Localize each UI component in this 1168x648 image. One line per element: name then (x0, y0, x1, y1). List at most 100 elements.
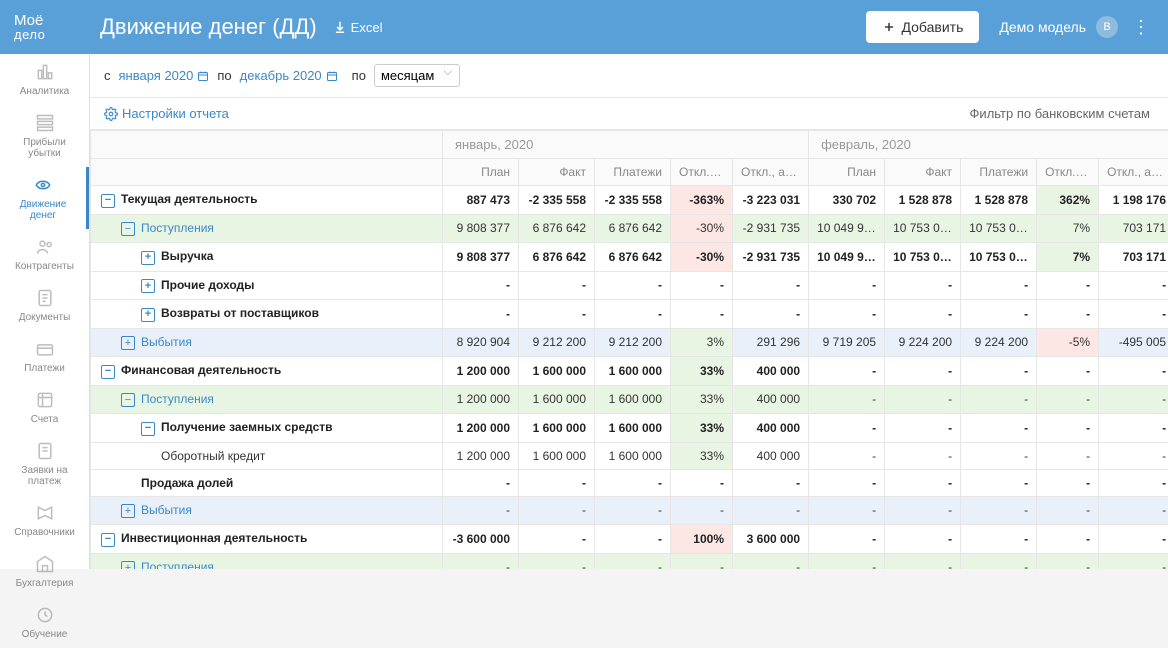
expand-toggle-icon[interactable]: − (101, 533, 115, 547)
sidebar-item-0[interactable]: Аналитика (0, 54, 89, 105)
sidebar-item-label: Прибылиубытки (23, 137, 66, 159)
cashflow-table-wrap[interactable]: январь, 2020февраль, 2020ПланФактПлатежи… (90, 130, 1168, 569)
report-settings-link[interactable]: Настройки отчета (104, 106, 229, 121)
brand-line1: Моё (14, 13, 94, 28)
expand-toggle-icon[interactable]: − (101, 194, 115, 208)
brand-line2: дело (14, 28, 94, 41)
cell-value: 887 473 (443, 186, 519, 215)
date-filter-bar: с января 2020 по декабрь 2020 по месяцам (90, 54, 1168, 98)
sidebar-item-7[interactable]: Заявки наплатеж (0, 433, 89, 495)
row-label-text[interactable]: Выбытия (141, 335, 192, 349)
cell-value: 1 528 878 (885, 186, 961, 215)
table-row: Продажа долей---------- (91, 469, 1168, 496)
sidebar-item-10[interactable]: Обучение (0, 597, 89, 648)
cell-value: - (1037, 357, 1099, 386)
page-title: Движение денег (ДД) (100, 14, 317, 40)
sidebar-icon (35, 605, 55, 625)
expand-toggle-icon[interactable]: + (141, 251, 155, 265)
cell-value: - (885, 496, 961, 525)
cell-value: 330 702 (809, 186, 885, 215)
cell-value: 33% (671, 442, 733, 469)
cell-value: -2 335 558 (595, 186, 671, 215)
expand-toggle-icon[interactable]: − (121, 222, 135, 236)
table-row: −Получение заемных средств1 200 0001 600… (91, 414, 1168, 443)
kebab-menu-icon[interactable]: ⋮ (1128, 17, 1154, 38)
sidebar-item-8[interactable]: Справочники (0, 495, 89, 546)
expand-toggle-icon[interactable]: + (121, 336, 135, 350)
cell-value: - (671, 300, 733, 329)
sidebar-item-2[interactable]: Движениеденег (0, 167, 89, 229)
bank-filter-label[interactable]: Фильтр по банковским счетам (970, 106, 1154, 121)
sidebar-item-4[interactable]: Документы (0, 280, 89, 331)
brand-logo[interactable]: Моё дело (14, 13, 94, 41)
expand-toggle-icon[interactable]: + (141, 308, 155, 322)
cashflow-table: январь, 2020февраль, 2020ПланФактПлатежи… (90, 130, 1168, 569)
cell-value: 1 200 000 (443, 357, 519, 386)
sidebar-item-9[interactable]: Бухгалтерия (0, 546, 89, 597)
cell-value: - (443, 553, 519, 569)
cell-value: - (733, 553, 809, 569)
column-header: План (809, 159, 885, 186)
period-select[interactable]: месяцам (374, 64, 460, 87)
sidebar-item-3[interactable]: Контрагенты (0, 229, 89, 280)
expand-toggle-icon[interactable]: − (101, 365, 115, 379)
row-label-text[interactable]: Поступления (141, 560, 214, 570)
export-excel-label: Excel (351, 20, 383, 35)
cell-value: 362% (1037, 186, 1099, 215)
column-header: План (443, 159, 519, 186)
column-header: Платежи (595, 159, 671, 186)
expand-toggle-icon[interactable]: − (141, 422, 155, 436)
sidebar-icon (35, 237, 55, 257)
cell-value: - (809, 357, 885, 386)
cell-value: - (885, 385, 961, 414)
cell-value: 9 212 200 (519, 328, 595, 357)
expand-toggle-icon[interactable]: + (141, 279, 155, 293)
row-label: +Выручка (91, 243, 443, 272)
sidebar-item-label: Заявки наплатеж (21, 465, 67, 487)
cell-value: - (961, 553, 1037, 569)
cell-value: - (961, 357, 1037, 386)
cell-value: -2 335 558 (519, 186, 595, 215)
date-from-picker[interactable]: января 2020 (119, 68, 210, 83)
cell-value: 1 600 000 (519, 385, 595, 414)
sidebar-item-6[interactable]: Счета (0, 382, 89, 433)
expand-toggle-icon[interactable]: − (121, 393, 135, 407)
expand-toggle-icon[interactable]: + (121, 561, 135, 569)
gear-icon (104, 107, 118, 121)
row-label-text[interactable]: Поступления (141, 392, 214, 406)
add-button[interactable]: Добавить (866, 11, 980, 43)
sidebar-item-label: Платежи (24, 363, 65, 374)
export-excel-button[interactable]: Excel (333, 20, 383, 35)
row-label: + Выбытия (91, 328, 443, 357)
table-row: +Возвраты от поставщиков---------- (91, 300, 1168, 329)
cell-value: - (443, 496, 519, 525)
cell-value: - (961, 442, 1037, 469)
row-label-text[interactable]: Поступления (141, 221, 214, 235)
table-row: Оборотный кредит1 200 0001 600 0001 600 … (91, 442, 1168, 469)
cell-value: - (1037, 496, 1099, 525)
cell-value: - (1099, 385, 1168, 414)
table-row: +Прочие доходы---------- (91, 271, 1168, 300)
report-settings-bar: Настройки отчета Фильтр по банковским сч… (90, 98, 1168, 130)
column-header: Откл., абс. (733, 159, 809, 186)
cell-value: 1 600 000 (595, 385, 671, 414)
cell-value: - (443, 271, 519, 300)
cell-value: 100% (671, 525, 733, 554)
cell-value: - (961, 414, 1037, 443)
cell-value: -363% (671, 186, 733, 215)
cell-value: - (519, 525, 595, 554)
row-label: +Прочие доходы (91, 271, 443, 300)
row-label-text: Инвестиционная деятельность (121, 531, 307, 545)
table-row: +Выбытия8 920 9049 212 2009 212 2003%291… (91, 328, 1168, 357)
date-to-picker[interactable]: декабрь 2020 (240, 68, 338, 83)
calendar-icon (197, 70, 209, 82)
sidebar-item-label: Обучение (22, 629, 68, 640)
row-label-text[interactable]: Выбытия (141, 503, 192, 517)
sidebar-item-1[interactable]: Прибылиубытки (0, 105, 89, 167)
sidebar: Аналитика Прибылиубытки ДвижениеденегКонтр… (0, 54, 90, 569)
cell-value: - (1099, 442, 1168, 469)
expand-toggle-icon[interactable]: + (121, 504, 135, 518)
column-header: Факт (885, 159, 961, 186)
user-area[interactable]: Демо модель В ⋮ (999, 16, 1154, 38)
sidebar-item-5[interactable]: Платежи (0, 331, 89, 382)
